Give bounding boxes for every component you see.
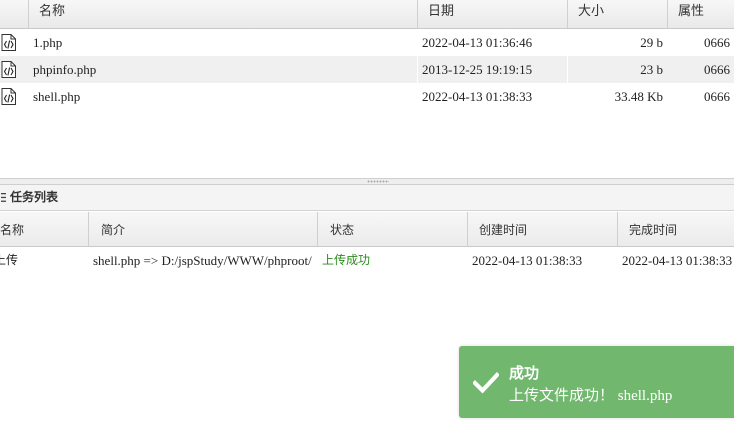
file-size: 23 b [640, 62, 663, 77]
splitter-grip-icon[interactable] [367, 180, 389, 183]
file-name[interactable]: 1.php [33, 29, 62, 56]
task-desc: shell.php => D:/jspStudy/WWW/phproot/ [93, 253, 312, 268]
file-name[interactable]: shell.php [33, 83, 80, 110]
php-file-icon [1, 34, 16, 51]
task-column-created[interactable]: 创建时间 [479, 212, 527, 247]
toast-title: 成功 [509, 364, 540, 382]
file-row[interactable]: 1.php 2022-04-13 01:36:46 29 b 0666 [0, 29, 734, 56]
task-panel-title: 任务列表 [10, 190, 59, 204]
file-size: 29 b [640, 35, 663, 50]
file-attr: 0666 [704, 35, 730, 50]
file-row[interactable]: phpinfo.php 2013-12-25 19:19:15 23 b 066… [0, 56, 734, 83]
task-column-desc[interactable]: 简介 [101, 212, 125, 247]
task-list-header: 名称 简介 状态 创建时间 完成时间 [0, 212, 734, 247]
php-file-icon [1, 61, 16, 78]
check-icon [473, 372, 499, 394]
file-attr: 0666 [704, 89, 730, 104]
toast-message: 上传文件成功！ shell.php [509, 388, 673, 404]
panel-splitter[interactable] [0, 178, 734, 185]
task-column-finished[interactable]: 完成时间 [629, 212, 677, 247]
task-column-status[interactable]: 状态 [330, 212, 354, 247]
file-row[interactable]: shell.php 2022-04-13 01:38:33 33.48 Kb 0… [0, 83, 734, 110]
column-header-date[interactable]: 日期 [418, 0, 567, 28]
file-list-header: 名称 日期 大小 属性 [0, 0, 734, 29]
task-created-time: 2022-04-13 01:38:33 [472, 253, 583, 268]
task-column-name[interactable]: 名称 [0, 212, 24, 247]
file-date: 2022-04-13 01:36:46 [422, 35, 533, 50]
task-row[interactable]: 上传 shell.php => D:/jspStudy/WWW/phproot/… [0, 247, 734, 275]
file-size: 33.48 Kb [614, 89, 663, 104]
file-date: 2022-04-13 01:38:33 [422, 89, 533, 104]
success-toast[interactable]: 成功 上传文件成功！ shell.php [459, 346, 734, 418]
task-status: 上传成功 [322, 253, 371, 267]
php-file-icon [1, 88, 16, 105]
file-name[interactable]: phpinfo.php [33, 56, 96, 83]
column-header-name[interactable]: 名称 [29, 0, 417, 28]
task-panel-title-bar: 任务列表 [0, 185, 734, 211]
file-date: 2013-12-25 19:19:15 [422, 62, 533, 77]
column-header-attr[interactable]: 属性 [668, 0, 734, 28]
task-finished-time: 2022-04-13 01:38:33 [622, 253, 733, 268]
task-name: 上传 [0, 253, 19, 267]
file-attr: 0666 [704, 62, 730, 77]
list-icon [1, 193, 6, 202]
column-header-size[interactable]: 大小 [568, 0, 667, 28]
